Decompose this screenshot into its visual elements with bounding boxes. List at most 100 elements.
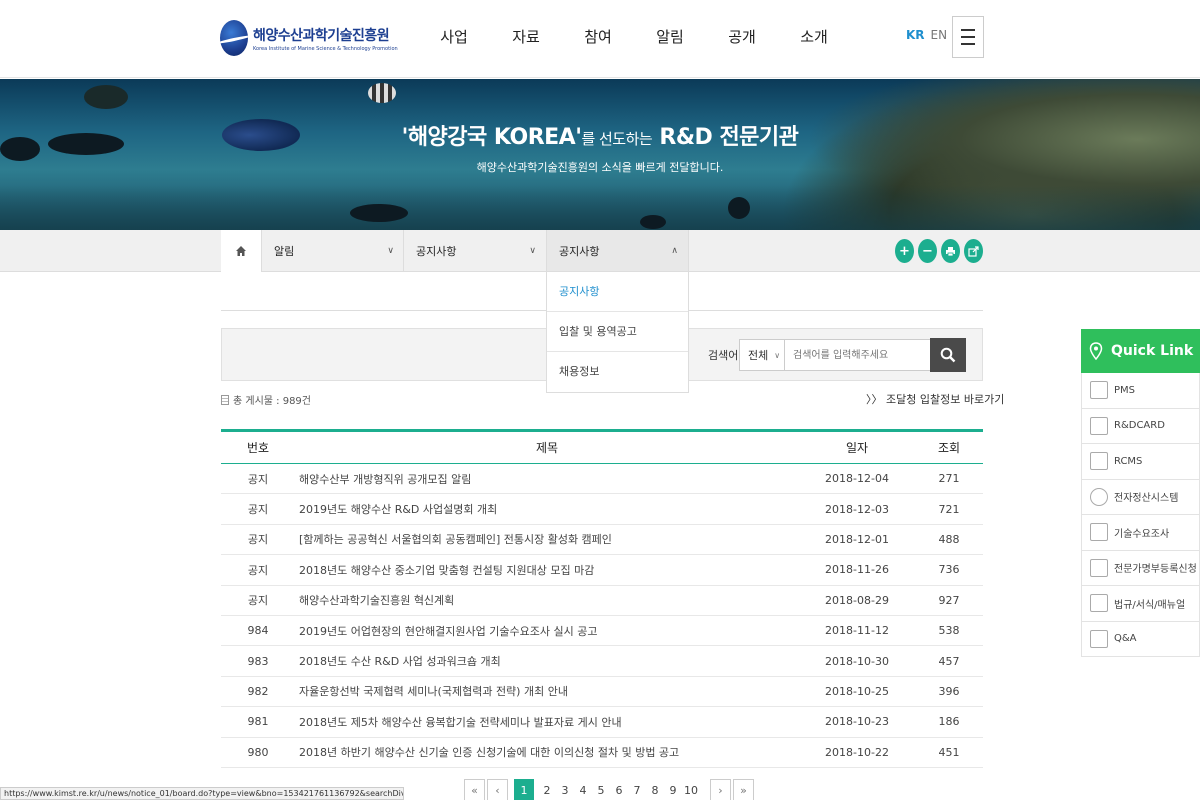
chevron-up-icon: ∧	[671, 246, 678, 256]
table-row[interactable]: 984 2019년도 어업현장의 현안해결지원사업 기술수요조사 실시 공고 2…	[221, 616, 983, 647]
row-views: 396	[938, 684, 960, 698]
row-views: 186	[938, 715, 960, 729]
quick-link-rdcard[interactable]: R&DCARD	[1081, 408, 1200, 444]
print-button[interactable]	[941, 239, 960, 263]
home-button[interactable]	[221, 230, 261, 272]
location-depth3-dropdown: 공지사항 입찰 및 용역공고 채용정보	[546, 271, 689, 393]
banner-subtitle: 해양수산과학기술진흥원의 소식을 빠르게 전달합니다.	[476, 161, 724, 174]
prev-page-button[interactable]: ‹	[487, 779, 508, 800]
site-header: 해양수산과학기술진흥원 Korea Institute of Marine Sc…	[0, 0, 1200, 78]
nav-item-resources[interactable]: 자료	[490, 26, 562, 47]
quick-link-label: R&DCARD	[1114, 420, 1165, 432]
lang-kr-link[interactable]: KR	[906, 28, 925, 42]
table-header: 번호 제목 일자 조회	[221, 432, 983, 464]
quick-link-rcms[interactable]: RCMS	[1081, 444, 1200, 480]
table-row[interactable]: 981 2018년도 제5차 해양수산 융복합기술 전략세미나 발표자료 게시 …	[221, 707, 983, 738]
table-row[interactable]: 공지 2019년도 해양수산 R&D 사업설명회 개최 2018-12-03 7…	[221, 494, 983, 525]
row-title-link[interactable]: 2018년도 수산 R&D 사업 성과워크숍 개최	[295, 653, 799, 669]
table-row[interactable]: 공지 2018년도 해양수산 중소기업 맞춤형 컨설팅 지원대상 모집 마감 2…	[221, 555, 983, 586]
row-number: 공지	[247, 594, 269, 608]
table-row[interactable]: 공지 해양수산부 개방형직위 공개모집 알림 2018-12-04 271	[221, 464, 983, 495]
table-row[interactable]: 공지 해양수산과학기술진흥원 혁신계획 2018-08-29 927	[221, 586, 983, 616]
notice-table: 번호 제목 일자 조회 공지 해양수산부 개방형직위 공개모집 알림 2018-…	[221, 429, 983, 768]
table-row[interactable]: 982 자율운항선박 국제협력 세미나(국제협력과 전략) 개최 안내 2018…	[221, 677, 983, 708]
chevron-down-icon: ∨	[529, 246, 536, 256]
quick-link-label: 법규/서식/매뉴얼	[1114, 599, 1186, 611]
hamburger-line	[961, 43, 975, 45]
page-number[interactable]: 5	[592, 779, 610, 800]
quick-link-qna[interactable]: Q&A	[1081, 621, 1200, 657]
dropdown-option-bidding[interactable]: 입찰 및 용역공고	[547, 312, 688, 352]
quick-link-tech-demand[interactable]: 기술수요조사	[1081, 515, 1200, 551]
banner-title-end: R&D 전문기관	[659, 125, 799, 150]
nav-item-disclosure[interactable]: 공개	[706, 26, 778, 47]
quick-link-label: 기술수요조사	[1114, 528, 1170, 540]
nav-item-about[interactable]: 소개	[778, 26, 850, 47]
row-title-link[interactable]: [함께하는 공공혁신 서울협의회 공동캠페인] 전통시장 활성화 캠페인	[295, 531, 799, 547]
quick-link-header: Quick Link	[1081, 329, 1200, 373]
location-depth2-select[interactable]: 공지사항 ∨	[403, 230, 546, 272]
row-views: 736	[938, 563, 960, 577]
hamburger-menu-button[interactable]	[952, 16, 984, 58]
lang-en-link[interactable]: EN	[931, 28, 948, 42]
page-number-current[interactable]: 1	[514, 779, 534, 800]
row-title-link[interactable]: 2018년도 해양수산 중소기업 맞춤형 컨설팅 지원대상 모집 마감	[295, 562, 799, 578]
fish-image	[84, 85, 128, 109]
next-page-button[interactable]: ›	[710, 779, 731, 800]
row-title-link[interactable]: 2018년 하반기 해양수산 신기술 인증 신청기술에 대한 이의신청 절차 및…	[295, 744, 799, 760]
chart-icon	[1090, 381, 1108, 400]
quick-link-pms[interactable]: PMS	[1081, 373, 1200, 409]
quick-link-label: RCMS	[1114, 455, 1143, 467]
row-title-link[interactable]: 2019년도 해양수산 R&D 사업설명회 개최	[295, 501, 799, 517]
column-header-title: 제목	[535, 441, 559, 455]
row-title-link[interactable]: 해양수산부 개방형직위 공개모집 알림	[295, 471, 799, 487]
location-depth1-select[interactable]: 알림 ∨	[261, 230, 404, 272]
page-number[interactable]: 9	[664, 779, 682, 800]
dropdown-option-notice[interactable]: 공지사항	[547, 272, 688, 312]
row-number: 983	[247, 654, 269, 668]
table-row[interactable]: 980 2018년 하반기 해양수산 신기술 인증 신청기술에 대한 이의신청 …	[221, 738, 983, 768]
print-icon	[946, 246, 955, 256]
table-row[interactable]: 공지 [함께하는 공공혁신 서울협의회 공동캠페인] 전통시장 활성화 캠페인 …	[221, 525, 983, 556]
first-page-button[interactable]: «	[464, 779, 485, 800]
page-number[interactable]: 2	[538, 779, 556, 800]
row-date: 2018-11-26	[825, 563, 889, 577]
share-button[interactable]	[964, 239, 983, 263]
search-input[interactable]	[785, 339, 931, 371]
nav-item-notices[interactable]: 알림	[634, 26, 706, 47]
language-switcher: KR EN	[906, 28, 947, 42]
last-page-button[interactable]: »	[733, 779, 754, 800]
row-number: 981	[247, 715, 269, 729]
location-depth1-label: 알림	[274, 245, 295, 258]
row-title-link[interactable]: 해양수산과학기술진흥원 혁신계획	[295, 592, 799, 608]
zoom-out-button[interactable]: −	[918, 239, 937, 263]
page-number[interactable]: 6	[610, 779, 628, 800]
row-number: 공지	[247, 533, 269, 547]
total-count: 총 게시물 : 989건	[221, 392, 311, 407]
search-button[interactable]	[930, 338, 966, 372]
quick-link-e-settlement[interactable]: 전자정산시스템	[1081, 479, 1200, 515]
procurement-bid-link[interactable]: 〉〉 조달청 입찰정보 바로가기	[866, 391, 1004, 407]
list-icon	[221, 394, 229, 405]
site-logo[interactable]: 해양수산과학기술진흥원 Korea Institute of Marine Sc…	[220, 20, 398, 56]
page-number[interactable]: 3	[556, 779, 574, 800]
row-title-link[interactable]: 2018년도 제5차 해양수산 융복합기술 전략세미나 발표자료 게시 안내	[295, 714, 799, 730]
nav-item-participation[interactable]: 참여	[562, 26, 634, 47]
location-depth3-select[interactable]: 공지사항 ∧	[546, 230, 689, 272]
quick-link-expert-registry[interactable]: 전문가명부등록신청	[1081, 550, 1200, 586]
row-title-link[interactable]: 자율운항선박 국제협력 세미나(국제협력과 전략) 개최 안내	[295, 683, 799, 699]
row-number: 공지	[247, 472, 269, 486]
page-number[interactable]: 7	[628, 779, 646, 800]
search-scope-select[interactable]: 전체 ∨	[739, 339, 785, 371]
quick-link-regulations[interactable]: 법규/서식/매뉴얼	[1081, 586, 1200, 622]
table-row[interactable]: 983 2018년도 수산 R&D 사업 성과워크숍 개최 2018-10-30…	[221, 646, 983, 677]
row-title-link[interactable]: 2019년도 어업현장의 현안해결지원사업 기술수요조사 실시 공고	[295, 623, 799, 639]
total-count-text: 총 게시물 : 989건	[233, 396, 311, 407]
row-number: 공지	[247, 503, 269, 517]
nav-item-business[interactable]: 사업	[418, 26, 490, 47]
page-number[interactable]: 10	[682, 779, 700, 800]
page-number[interactable]: 4	[574, 779, 592, 800]
page-number[interactable]: 8	[646, 779, 664, 800]
dropdown-option-recruitment[interactable]: 채용정보	[547, 352, 688, 392]
zoom-in-button[interactable]: +	[895, 239, 914, 263]
